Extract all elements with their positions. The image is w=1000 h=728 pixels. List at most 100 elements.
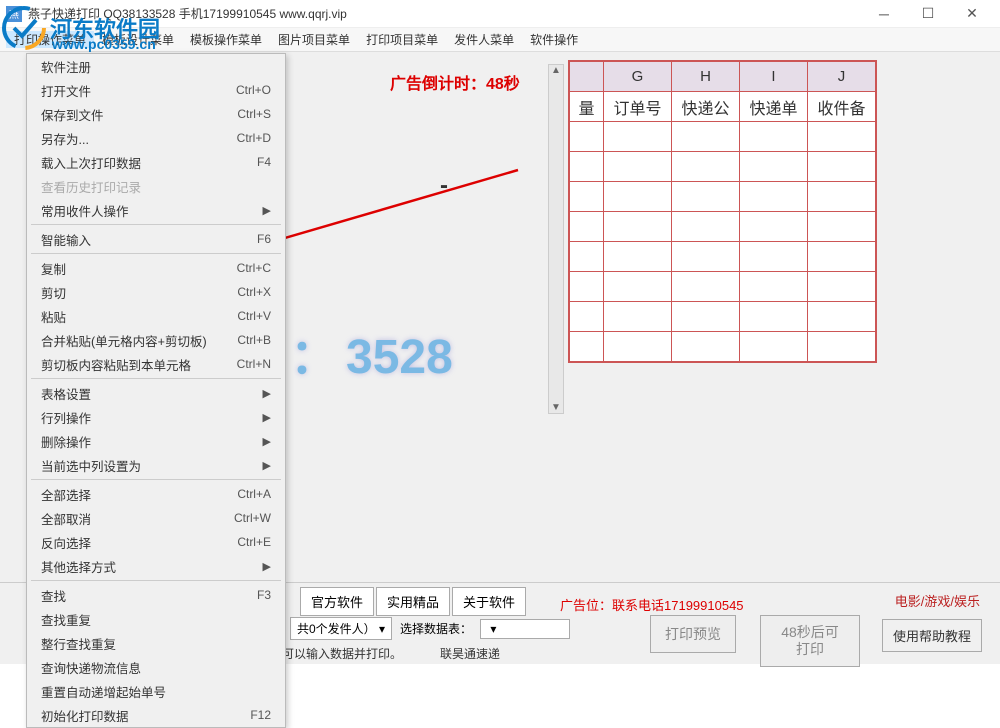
menu-item-10[interactable]: 复制Ctrl+C xyxy=(27,256,285,280)
grid-cell[interactable] xyxy=(808,332,876,362)
menu-item-23[interactable]: 反向选择Ctrl+E xyxy=(27,530,285,554)
col-header[interactable]: H xyxy=(672,62,740,92)
menu-6[interactable]: 软件操作 xyxy=(522,31,586,48)
menu-separator xyxy=(31,479,281,480)
menu-0[interactable]: 打印操作菜单 xyxy=(6,31,94,48)
field-header[interactable]: 订单号 xyxy=(604,92,672,122)
print-button[interactable]: 48秒后可打印 xyxy=(760,615,860,667)
menu-item-12[interactable]: 粘贴Ctrl+V xyxy=(27,304,285,328)
grid-cell[interactable] xyxy=(808,182,876,212)
menu-item-8[interactable]: 智能输入F6 xyxy=(27,227,285,251)
menu-item-1[interactable]: 打开文件Ctrl+O xyxy=(27,78,285,102)
menu-3[interactable]: 图片项目菜单 xyxy=(270,31,358,48)
menu-separator xyxy=(31,378,281,379)
menu-item-22[interactable]: 全部取消Ctrl+W xyxy=(27,506,285,530)
grid-cell[interactable] xyxy=(740,242,808,272)
grid-cell[interactable] xyxy=(740,152,808,182)
field-header[interactable]: 快递公 xyxy=(672,92,740,122)
menu-item-3[interactable]: 另存为...Ctrl+D xyxy=(27,126,285,150)
menu-item-6[interactable]: 常用收件人操作▶ xyxy=(27,198,285,222)
menu-5[interactable]: 发件人菜单 xyxy=(446,31,522,48)
menu-item-14[interactable]: 剪切板内容粘贴到本单元格Ctrl+N xyxy=(27,352,285,376)
minimize-button[interactable]: ─ xyxy=(862,0,906,28)
col-header[interactable]: I xyxy=(740,62,808,92)
menu-item-0[interactable]: 软件注册 xyxy=(27,54,285,78)
col-header[interactable]: G xyxy=(604,62,672,92)
entertainment-link[interactable]: 电影/游戏/娱乐 xyxy=(895,591,980,610)
grid-cell[interactable] xyxy=(672,272,740,302)
grid-cell[interactable] xyxy=(604,212,672,242)
menu-item-4[interactable]: 载入上次打印数据F4 xyxy=(27,150,285,174)
submenu-arrow-icon: ▶ xyxy=(263,560,271,573)
svg-text:燕: 燕 xyxy=(9,9,19,21)
menu-item-26[interactable]: 查找F3 xyxy=(27,583,285,607)
grid-cell[interactable] xyxy=(740,302,808,332)
footer-tab-2[interactable]: 关于软件 xyxy=(452,587,526,616)
scroll-up-icon[interactable]: ▲ xyxy=(551,65,561,76)
menu-item-24[interactable]: 其他选择方式▶ xyxy=(27,554,285,578)
menu-item-27[interactable]: 查找重复 xyxy=(27,607,285,631)
grid-cell[interactable] xyxy=(740,122,808,152)
menu-item-21[interactable]: 全部选择Ctrl+A xyxy=(27,482,285,506)
submenu-arrow-icon: ▶ xyxy=(263,204,271,217)
bg-dash: - xyxy=(440,172,448,200)
menu-item-2[interactable]: 保存到文件Ctrl+S xyxy=(27,102,285,126)
express-name: 联昊通速递 xyxy=(440,645,500,662)
app-icon: 燕 xyxy=(6,6,22,22)
field-header[interactable]: 快递单 xyxy=(740,92,808,122)
grid-cell[interactable] xyxy=(604,152,672,182)
menu-item-31[interactable]: 初始化打印数据F12 xyxy=(27,703,285,727)
grid-cell[interactable] xyxy=(740,182,808,212)
grid-cell[interactable] xyxy=(672,242,740,272)
status-text: 可以输入数据并打印。 xyxy=(282,645,402,662)
footer-tab-0[interactable]: 官方软件 xyxy=(300,587,374,616)
grid-cell[interactable] xyxy=(604,242,672,272)
menu-2[interactable]: 模板操作菜单 xyxy=(182,31,270,48)
close-button[interactable]: ✕ xyxy=(950,0,994,28)
grid-cell[interactable] xyxy=(808,272,876,302)
grid-cell[interactable] xyxy=(808,302,876,332)
select-table-label: 选择数据表： xyxy=(400,620,472,637)
grid-cell[interactable] xyxy=(672,182,740,212)
grid-cell[interactable] xyxy=(740,332,808,362)
grid-cell[interactable] xyxy=(808,152,876,182)
menu-item-18[interactable]: 删除操作▶ xyxy=(27,429,285,453)
col-header[interactable]: J xyxy=(808,62,876,92)
sender-select[interactable]: 共0个发件人） ▾ xyxy=(290,617,392,640)
help-tutorial-button[interactable]: 使用帮助教程 xyxy=(882,619,982,652)
grid-cell[interactable] xyxy=(604,182,672,212)
scroll-down-icon[interactable]: ▼ xyxy=(551,402,561,413)
grid-cell[interactable] xyxy=(808,212,876,242)
grid-cell[interactable] xyxy=(672,122,740,152)
grid-cell[interactable] xyxy=(808,122,876,152)
grid-cell[interactable] xyxy=(604,122,672,152)
grid-cell[interactable] xyxy=(672,302,740,332)
menu-separator xyxy=(31,224,281,225)
menu-item-29[interactable]: 查询快递物流信息 xyxy=(27,655,285,679)
grid-cell[interactable] xyxy=(604,302,672,332)
grid-cell[interactable] xyxy=(740,212,808,242)
data-grid[interactable]: GHIJ量订单号快递公快递单收件备 xyxy=(568,60,877,363)
grid-cell[interactable] xyxy=(808,242,876,272)
grid-cell[interactable] xyxy=(672,332,740,362)
grid-cell[interactable] xyxy=(740,272,808,302)
table-select[interactable]: ▾ xyxy=(480,619,570,639)
field-header[interactable]: 收件备 xyxy=(808,92,876,122)
menu-item-11[interactable]: 剪切Ctrl+X xyxy=(27,280,285,304)
menu-item-19[interactable]: 当前选中列设置为▶ xyxy=(27,453,285,477)
grid-cell[interactable] xyxy=(672,212,740,242)
footer-tab-1[interactable]: 实用精品 xyxy=(376,587,450,616)
print-preview-button[interactable]: 打印预览 xyxy=(650,615,736,653)
maximize-button[interactable]: ☐ xyxy=(906,0,950,28)
menu-4[interactable]: 打印项目菜单 xyxy=(358,31,446,48)
vertical-scrollbar[interactable]: ▲ ▼ xyxy=(548,64,564,414)
menu-item-28[interactable]: 整行查找重复 xyxy=(27,631,285,655)
menu-item-16[interactable]: 表格设置▶ xyxy=(27,381,285,405)
grid-cell[interactable] xyxy=(604,272,672,302)
menu-item-17[interactable]: 行列操作▶ xyxy=(27,405,285,429)
grid-cell[interactable] xyxy=(672,152,740,182)
menu-item-13[interactable]: 合并粘贴(单元格内容+剪切板)Ctrl+B xyxy=(27,328,285,352)
menu-item-30[interactable]: 重置自动递增起始单号 xyxy=(27,679,285,703)
menu-1[interactable]: 模板设计菜单 xyxy=(94,31,182,48)
grid-cell[interactable] xyxy=(604,332,672,362)
